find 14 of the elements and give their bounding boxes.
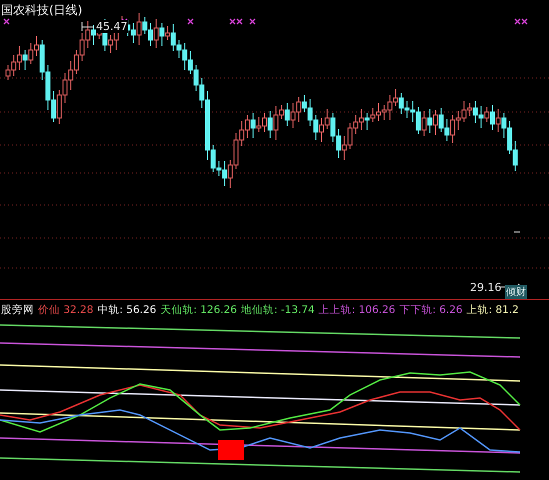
- chart-title: 国农科技(日线): [1, 2, 82, 19]
- info-tag[interactable]: 倾财: [505, 285, 527, 299]
- indicator-value: 地仙轨: -13.74: [240, 303, 315, 317]
- high-price-label: 45.47: [96, 20, 128, 33]
- indicator-value: 上上轨: 106.26: [318, 303, 396, 317]
- indicator-value: 天仙轨: 126.26: [160, 303, 237, 317]
- pointer-line: [82, 22, 94, 32]
- low-price-label: 29.16: [470, 281, 502, 294]
- indicator-name: 股旁网: [1, 303, 34, 317]
- indicator-value: 下下轨: 6.26: [399, 303, 463, 317]
- signal-marker: [218, 440, 244, 460]
- indicator-value: 价仙 32.28: [38, 303, 94, 317]
- indicator-value: 中轨: 56.26: [97, 303, 156, 317]
- indicator-value: 上轨: 81.2: [466, 303, 519, 317]
